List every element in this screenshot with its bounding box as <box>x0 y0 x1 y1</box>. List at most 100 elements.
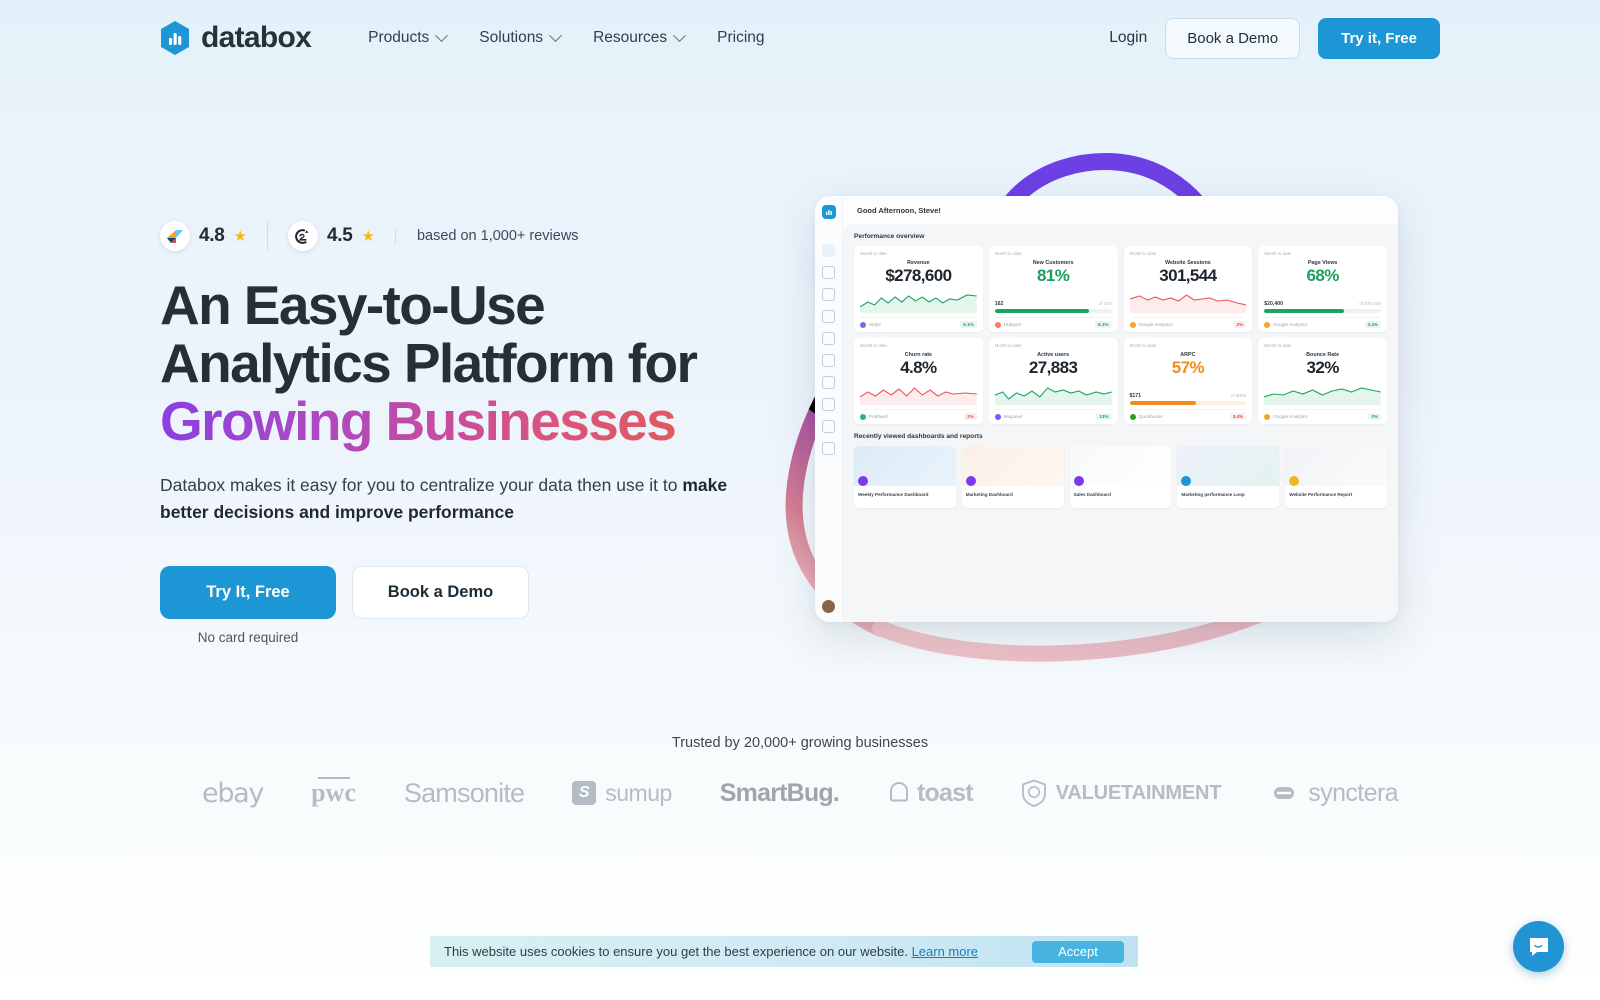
nav-item-solutions[interactable]: Solutions <box>479 28 562 47</box>
nav-label: Resources <box>593 29 668 46</box>
progress-target: of 200 <box>1098 300 1112 306</box>
sidebar-clock-icon[interactable] <box>822 420 835 433</box>
dashboard-thumbnail <box>1177 446 1280 486</box>
progress-current: $20,400 <box>1264 300 1284 307</box>
chat-widget-button[interactable] <box>1513 921 1564 972</box>
recent-dashboard-card[interactable]: Website Performance Report <box>1285 446 1387 508</box>
metric-value: 68% <box>1306 266 1340 285</box>
source-name: Stripe <box>869 322 882 327</box>
metrics-grid: Month to date Revenue $278,600 Stripe 6.… <box>854 246 1387 424</box>
source-icon <box>994 413 1001 420</box>
cookie-banner: This website uses cookies to ensure you … <box>430 936 1138 967</box>
metric-card[interactable]: Month to date Churn rate 4.8% Profitwell <box>854 338 983 424</box>
recent-dashboard-card[interactable]: Marketing Dashboard <box>961 446 1064 508</box>
subhead-plain: Databox makes it easy for you to central… <box>160 475 683 496</box>
rating-g2: 4.5 ★ <box>266 221 395 251</box>
ratings-row: 4.8 ★ 4.5 ★ based on 1,000+ reviews <box>160 218 800 254</box>
chevron-down-icon <box>435 28 449 42</box>
metric-source: Google Analytics <box>1129 321 1173 328</box>
metric-card[interactable]: Month to date ARPC 57% $171 of $300 Quic… <box>1123 338 1253 424</box>
metric-card[interactable]: Month to date Website Sessions 301,544 G… <box>1123 246 1253 332</box>
progress-fill <box>1129 401 1197 405</box>
sidebar-chat-icon[interactable] <box>822 398 835 411</box>
try-free-button[interactable]: Try it, Free <box>1318 17 1440 59</box>
sidebar-chart-icon[interactable] <box>822 288 835 301</box>
metric-source: Google Analytics <box>1264 321 1308 328</box>
sidebar-home-icon[interactable] <box>822 244 835 257</box>
capterra-score: 4.8 <box>199 225 225 246</box>
metric-source: Profitwell <box>860 413 888 420</box>
dashboard-thumbnail <box>1069 446 1172 486</box>
sidebar-calendar-icon[interactable] <box>822 266 835 279</box>
recent-dashboard-card[interactable]: Sales Dashboard <box>1069 446 1172 508</box>
nav-item-pricing[interactable]: Pricing <box>717 29 764 47</box>
recent-dashboards-heading: Recently viewed dashboards and reports <box>854 433 983 440</box>
dashboard-thumbnail <box>1285 446 1387 486</box>
sidebar-megaphone-icon[interactable] <box>822 376 835 389</box>
hero-book-demo-button[interactable]: Book a Demo <box>352 566 529 620</box>
metric-footer: Google Analytics 2% <box>1264 409 1381 420</box>
hero-try-free-button[interactable]: Try It, Free <box>160 566 336 620</box>
metric-value: 32% <box>1306 358 1340 377</box>
metric-source: Google Analytics <box>1264 413 1307 420</box>
metric-card[interactable]: Month to date New Customers 81% 162 of 2… <box>988 246 1118 332</box>
metric-footer: Mixpanel 13% <box>994 409 1112 420</box>
source-icon <box>1129 321 1136 328</box>
metric-delta: 6.1% <box>960 321 977 328</box>
progress-block: 162 of 200 <box>994 300 1112 313</box>
hero-subheading: Databox makes it easy for you to central… <box>160 472 770 526</box>
headline-line-1: An Easy-to-Use <box>160 274 546 336</box>
metric-source: Hubspot <box>994 321 1021 328</box>
sidebar-database-icon[interactable] <box>822 354 835 367</box>
metric-footer: Google Analytics 3.4% <box>1264 317 1381 328</box>
hero-cta-row: Try It, Free Book a Demo <box>160 566 800 620</box>
nav-label: Pricing <box>717 29 765 46</box>
logo-smartbug: SmartBug. <box>719 778 840 807</box>
cookie-text: This website uses cookies to ensure you … <box>444 944 908 959</box>
metric-delta: 3.4% <box>1364 321 1381 328</box>
sparkline-chart <box>1129 291 1247 313</box>
cookie-accept-button[interactable]: Accept <box>1032 940 1124 963</box>
progress-bar <box>994 309 1112 313</box>
metric-period: Month to date <box>994 251 1022 256</box>
client-logos: ebay pwc Samsonite S sumup SmartBug. toa… <box>0 773 1600 813</box>
metric-delta: 13% <box>1096 413 1112 420</box>
login-link[interactable]: Login <box>1109 29 1147 47</box>
metric-period: Month to date <box>1264 343 1292 348</box>
dashboard-badge <box>1073 476 1084 486</box>
nav-item-products[interactable]: Products <box>368 28 449 47</box>
metric-card[interactable]: Month to date Revenue $278,600 Stripe 6.… <box>854 246 983 332</box>
source-icon <box>860 321 866 328</box>
app-main: Good Afternoon, Steve! Performance overv… <box>843 196 1398 622</box>
sidebar-screen-icon[interactable] <box>822 332 835 345</box>
sparkline-chart <box>994 383 1112 405</box>
metric-period: Month to date <box>994 343 1022 348</box>
hero-content: 4.8 ★ 4.5 ★ based on 1,000+ reviews An E… <box>160 218 800 645</box>
metric-card[interactable]: Month to date Active users 27,883 Mixpan… <box>988 338 1118 424</box>
metric-period: Month to date <box>860 251 887 256</box>
source-icon <box>1264 413 1271 420</box>
metric-footer: Google Analytics 2% <box>1129 317 1247 328</box>
metric-card[interactable]: Month to date Page Views 68% $20,400 of … <box>1258 246 1387 332</box>
recent-dashboard-card[interactable]: Marketing performance Loop <box>1177 446 1280 508</box>
main-navigation: Products Solutions Resources Pricing <box>368 28 765 47</box>
page-title: An Easy-to-Use Analytics Platform for Gr… <box>160 276 800 450</box>
brand-logo[interactable]: databox <box>160 21 312 55</box>
source-name: Hubspot <box>1003 322 1021 327</box>
cookie-learn-more-link[interactable]: Learn more <box>912 944 978 959</box>
book-demo-button[interactable]: Book a Demo <box>1165 17 1301 59</box>
logo-pwc: pwc <box>311 777 356 807</box>
app-logo-icon <box>821 205 836 219</box>
sidebar-user-avatar[interactable] <box>822 600 835 613</box>
recent-dashboard-card[interactable]: Weekly Performance Dashboard <box>854 446 956 508</box>
dashboard-name: Sales Dashboard <box>1073 492 1111 497</box>
source-name: Google Analytics <box>1273 322 1308 327</box>
progress-block: $20,400 of $30,000 <box>1264 300 1381 313</box>
star-icon: ★ <box>361 227 375 245</box>
sidebar-target-icon[interactable] <box>822 310 835 323</box>
sidebar-network-icon[interactable] <box>822 442 835 455</box>
source-icon <box>994 321 1001 328</box>
nav-item-resources[interactable]: Resources <box>593 28 687 47</box>
metric-card[interactable]: Month to date Bounce Rate 32% Google Ana… <box>1258 338 1387 424</box>
dashboard-name: Weekly Performance Dashboard <box>858 492 929 497</box>
